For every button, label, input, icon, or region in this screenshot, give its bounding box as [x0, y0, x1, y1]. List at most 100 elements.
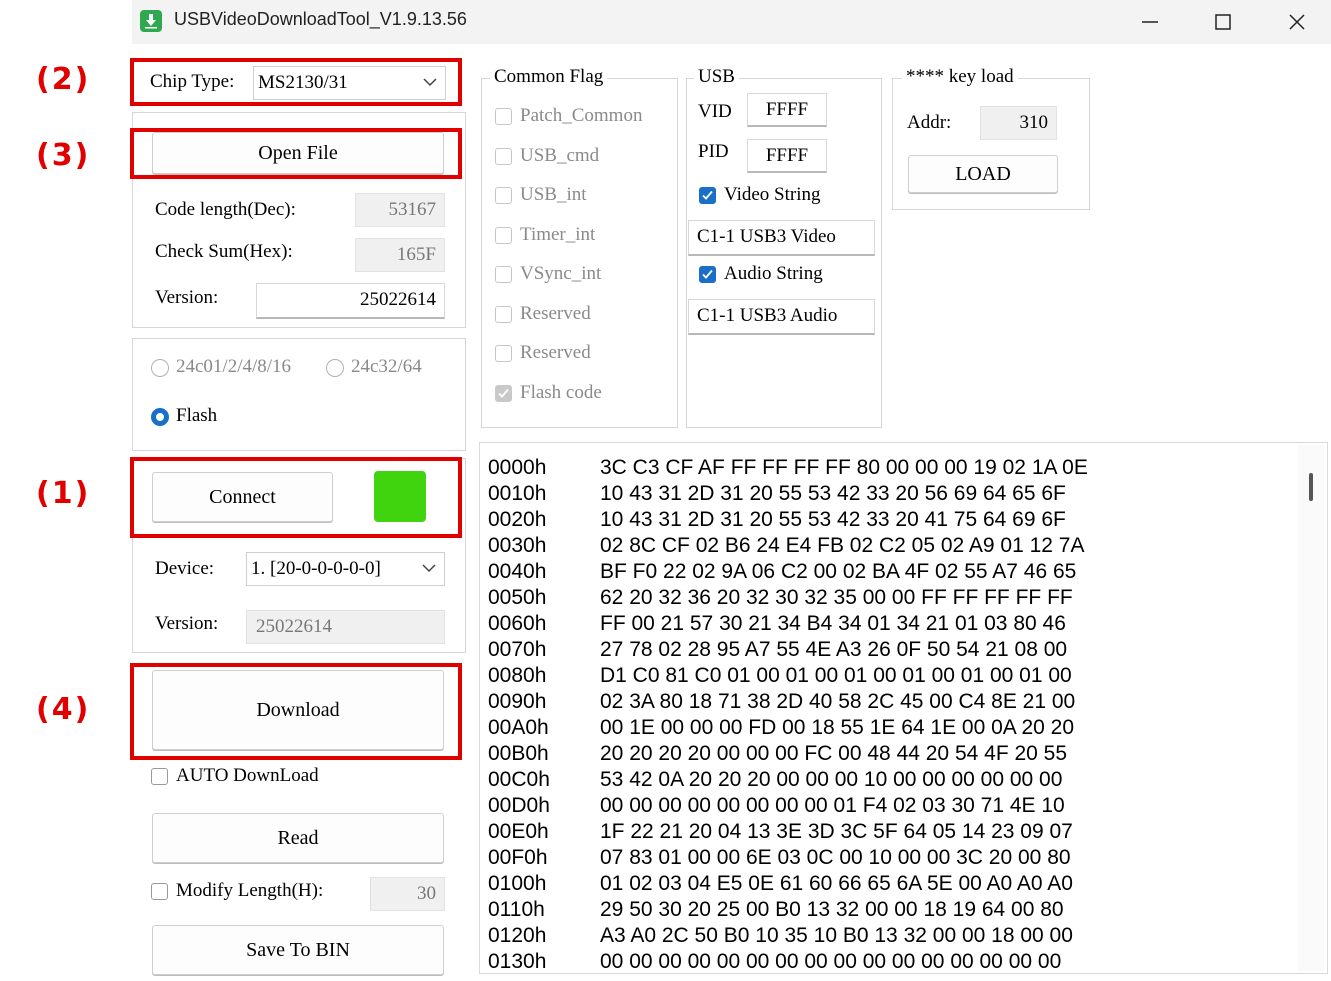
auto-download-label: AUTO DownLoad: [176, 765, 319, 786]
pid-input[interactable]: FFFF: [747, 139, 827, 173]
hex-scrollbar[interactable]: [1298, 445, 1324, 971]
file-version-label: Version:: [155, 287, 219, 308]
hex-bytes: 02 3A 80 18 71 38 2D 40 58 2C 45 00 C4 8…: [600, 690, 1076, 713]
common-flag-label: Patch_Common: [520, 105, 643, 126]
pid-label: PID: [698, 141, 729, 162]
annotation-4: (4): [36, 692, 91, 727]
hex-bytes: 02 8C CF 02 B6 24 E4 FB 02 C2 05 02 A9 0…: [600, 534, 1085, 557]
hex-bytes: 00 1E 00 00 00 FD 00 18 55 1E 64 1E 00 0…: [600, 716, 1075, 739]
addr-value[interactable]: 310: [980, 106, 1057, 140]
common-flag-checkbox[interactable]: [495, 384, 512, 402]
hex-bytes: 29 50 30 20 25 00 B0 13 32 00 00 18 19 6…: [600, 898, 1064, 921]
code-length-value: 53167: [355, 193, 445, 227]
common-flag-group: [481, 78, 678, 428]
radio-24c01[interactable]: [151, 359, 169, 377]
modify-length-checkbox[interactable]: [151, 883, 168, 900]
hex-bytes: 10 43 31 2D 31 20 55 53 42 33 20 41 75 6…: [600, 508, 1066, 531]
usb-title: USB: [694, 66, 739, 88]
hex-bytes: 10 43 31 2D 31 20 55 53 42 33 20 56 69 6…: [600, 482, 1066, 505]
chip-type-highlight: [130, 58, 462, 106]
maximize-button[interactable]: [1185, 0, 1259, 44]
chevron-down-icon: [422, 564, 436, 573]
device-label: Device:: [155, 558, 215, 579]
common-flag-checkbox[interactable]: [495, 187, 512, 204]
video-string-input[interactable]: C1-1 USB3 Video: [688, 220, 875, 256]
common-flag-title: Common Flag: [490, 66, 608, 88]
common-flag-checkbox[interactable]: [495, 147, 512, 165]
code-length-label: Code length(Dec):: [155, 199, 296, 220]
checkmark-icon: [498, 388, 509, 398]
device-value: 1. [20-0-0-0-0-0]: [251, 558, 381, 579]
memory-type-group: [132, 338, 466, 451]
vid-input[interactable]: FFFF: [747, 93, 827, 127]
common-flag-checkbox[interactable]: [495, 108, 512, 125]
common-flag-checkbox[interactable]: [495, 305, 512, 323]
video-string-checkbox[interactable]: [699, 187, 716, 204]
checkmark-icon: [702, 269, 713, 279]
hex-bytes: 53 42 0A 20 20 20 00 00 00 10 00 00 00 0…: [600, 768, 1063, 791]
hex-view[interactable]: 0000h 3C C3 CF AF FF FF FF FF 80 00 00 00…: [479, 442, 1328, 974]
annotation-2: (2): [36, 62, 91, 97]
radio-flash[interactable]: [151, 408, 169, 426]
read-button[interactable]: Read: [152, 813, 444, 863]
hex-bytes: FF 00 21 57 30 21 34 B4 34 01 34 21 01 0…: [600, 612, 1066, 635]
file-version-value[interactable]: 25022614: [256, 283, 445, 319]
hex-bytes: BF F0 22 02 9A 06 C2 00 02 BA 4F 02 55 A…: [600, 560, 1077, 583]
common-flag-label: Timer_int: [520, 223, 596, 245]
hex-bytes: A3 A0 2C 50 B0 10 35 10 B0 13 32 00 00 1…: [600, 924, 1073, 947]
device-select[interactable]: 1. [20-0-0-0-0-0]: [246, 552, 445, 586]
hex-bytes: 00 00 00 00 00 00 00 00 00 00 00 00 00 0…: [600, 950, 1062, 973]
audio-string-input[interactable]: C1-1 USB3 Audio: [688, 299, 875, 335]
hex-bytes: 01 02 03 04 E5 0E 61 60 66 65 6A 5E 00 A…: [600, 872, 1073, 895]
close-icon: [1289, 14, 1305, 30]
radio-24c32-label: 24c32/64: [351, 356, 422, 377]
auto-download-checkbox[interactable]: [151, 768, 168, 785]
download-highlight: [130, 663, 462, 760]
save-to-bin-button[interactable]: Save To BIN: [152, 925, 444, 975]
hex-address: 00B0h: [488, 742, 549, 765]
close-button[interactable]: [1259, 0, 1331, 44]
hex-address: 00C0h: [488, 768, 550, 791]
audio-string-checkbox[interactable]: [699, 266, 716, 283]
common-flag-label: Reserved: [520, 302, 591, 324]
hex-bytes: 07 83 01 00 00 6E 03 0C 00 10 00 00 3C 2…: [600, 846, 1071, 869]
addr-label: Addr:: [907, 112, 952, 133]
common-flag-label: VSync_int: [520, 263, 602, 284]
hex-address: 0100h: [488, 872, 547, 895]
hex-address: 0110h: [488, 898, 545, 921]
open-file-highlight: [130, 128, 462, 179]
common-flag-checkbox[interactable]: [495, 226, 512, 244]
maximize-icon: [1215, 14, 1231, 30]
hex-address: 0070h: [488, 638, 547, 661]
hex-address: 0020h: [488, 508, 547, 531]
hex-bytes: 1F 22 21 20 04 13 3E 3D 3C 5F 64 05 14 2…: [600, 820, 1073, 843]
modify-length-label: Modify Length(H):: [176, 880, 324, 901]
video-string-label: Video String: [724, 184, 821, 205]
hex-scrollbar-thumb[interactable]: [1309, 473, 1313, 501]
common-flag-checkbox[interactable]: [495, 266, 512, 283]
common-flag-label: Flash code: [520, 381, 602, 403]
minimize-button[interactable]: [1112, 0, 1186, 44]
hex-address: 00F0h: [488, 846, 548, 869]
hex-address: 0000h: [488, 456, 547, 479]
hex-address: 0030h: [488, 534, 547, 557]
common-flag-label: Reserved: [520, 342, 591, 363]
modify-length-value[interactable]: 30: [370, 877, 445, 911]
checkmark-icon: [702, 190, 713, 200]
annotation-1: (1): [36, 476, 91, 511]
radio-24c32[interactable]: [326, 359, 344, 377]
hex-bytes: 00 00 00 00 00 00 00 00 01 F4 02 03 30 7…: [600, 794, 1065, 817]
hex-address: 0010h: [488, 482, 547, 505]
radio-24c01-label: 24c01/2/4/8/16: [176, 356, 292, 377]
annotation-3: (3): [36, 138, 91, 173]
key-load-title: **** key load: [902, 66, 1018, 88]
hex-bytes: 62 20 32 36 20 32 30 32 35 00 00 FF FF F…: [600, 586, 1073, 609]
vid-label: VID: [698, 101, 732, 122]
load-button[interactable]: LOAD: [908, 155, 1058, 193]
common-flag-checkbox[interactable]: [495, 345, 512, 362]
hex-address: 0080h: [488, 664, 547, 687]
hex-bytes: 3C C3 CF AF FF FF FF FF 80 00 00 00 19 0…: [600, 456, 1088, 479]
hex-address: 0060h: [488, 612, 547, 635]
hex-bytes: D1 C0 81 C0 01 00 01 00 01 00 01 00 01 0…: [600, 664, 1072, 687]
download-app-icon: [140, 10, 162, 32]
